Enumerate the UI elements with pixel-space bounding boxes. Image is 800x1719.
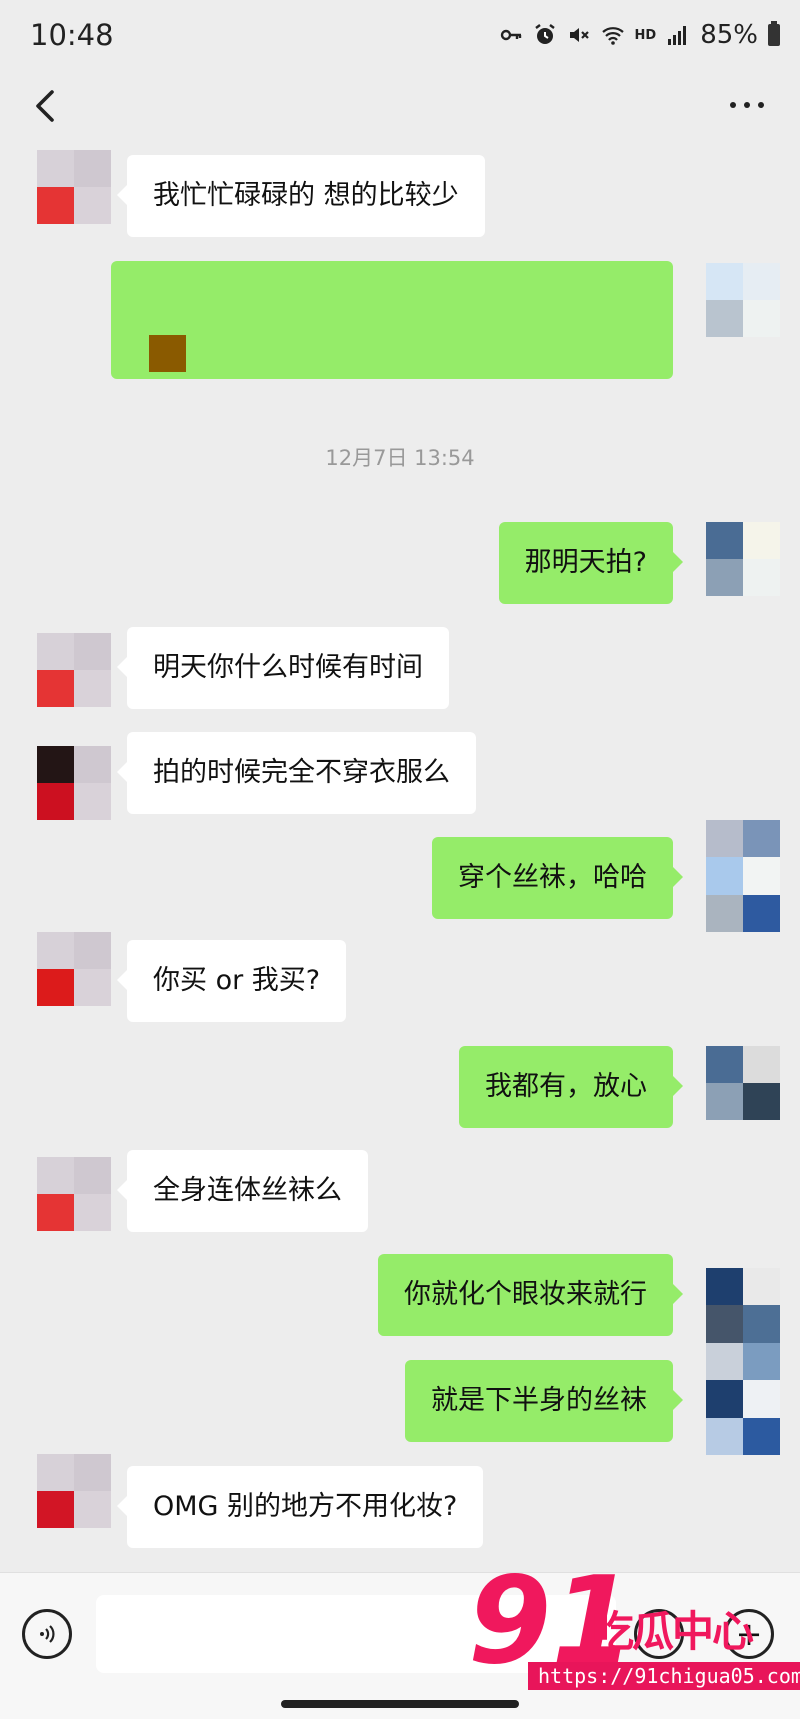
my-avatar[interactable] <box>706 263 780 337</box>
message-bubble-incoming[interactable]: 我忙忙碌碌的 想的比较少 <box>117 155 485 237</box>
contact-avatar[interactable] <box>37 746 111 820</box>
censored-block <box>149 335 186 372</box>
my-avatar[interactable] <box>706 1046 780 1120</box>
message-bubble-outgoing[interactable]: 穿个丝袜，哈哈 <box>432 837 683 919</box>
contact-avatar[interactable] <box>37 1454 111 1528</box>
voice-input-icon[interactable] <box>22 1609 72 1659</box>
back-arrow-icon[interactable] <box>32 88 60 124</box>
message-bubble-incoming[interactable]: 拍的时候完全不穿衣服么 <box>117 732 476 814</box>
mute-icon <box>569 28 589 42</box>
hd-badge: HD <box>634 27 657 43</box>
message-bubble-outgoing[interactable]: 你就化个眼妆来就行 <box>378 1254 683 1336</box>
site-watermark: 91 吃瓜中心 https://91chigua05.com <box>468 1562 800 1710</box>
watermark-logo-text: 吃瓜中心 <box>592 1607 754 1656</box>
message-bubble-outgoing[interactable]: 那明天拍? <box>498 522 684 604</box>
battery-percent: 85% <box>700 20 758 50</box>
wifi-icon <box>601 27 624 45</box>
alarm-icon <box>534 24 555 44</box>
key-icon <box>500 29 521 41</box>
my-avatar[interactable] <box>706 522 780 596</box>
contact-avatar[interactable] <box>37 150 111 224</box>
chat-header <box>0 72 800 140</box>
message-bubble-outgoing-censored[interactable] <box>111 261 673 379</box>
contact-avatar[interactable] <box>37 633 111 707</box>
message-bubble-incoming[interactable]: 全身连体丝袜么 <box>117 1150 368 1232</box>
contact-avatar[interactable] <box>37 1157 111 1231</box>
status-icons: HD 85% <box>499 20 780 50</box>
chat-timestamp: 12月7日 13:54 <box>325 446 475 470</box>
signal-icon <box>668 26 687 45</box>
battery-icon <box>768 21 780 46</box>
watermark-url: https://91chigua05.com <box>528 1662 800 1690</box>
my-avatar[interactable] <box>706 820 780 932</box>
message-bubble-incoming[interactable]: 你买 or 我买? <box>116 940 347 1022</box>
contact-avatar[interactable] <box>37 932 111 1006</box>
message-bubble-incoming[interactable]: OMG 别的地方不用化妆? <box>116 1466 484 1548</box>
my-avatar[interactable] <box>706 1268 780 1455</box>
status-time: 10:48 <box>30 18 114 52</box>
more-options-icon[interactable] <box>730 102 764 108</box>
message-bubble-outgoing[interactable]: 就是下半身的丝袜 <box>405 1360 683 1442</box>
message-bubble-incoming[interactable]: 明天你什么时候有时间 <box>117 627 449 709</box>
message-bubble-outgoing[interactable]: 我都有，放心 <box>459 1046 683 1128</box>
home-indicator[interactable] <box>281 1700 519 1708</box>
status-bar: 10:48 HD 85% <box>0 0 800 72</box>
